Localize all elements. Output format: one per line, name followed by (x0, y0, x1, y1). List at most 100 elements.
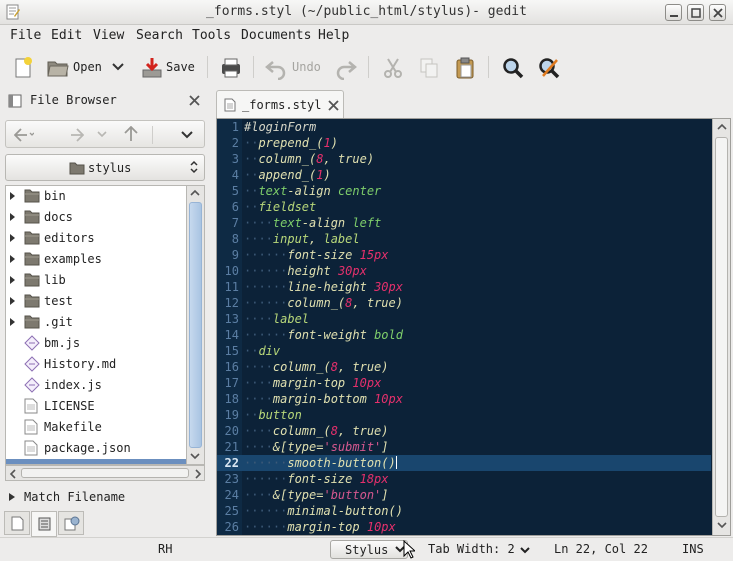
scroll-up-icon (190, 189, 200, 196)
menu-help[interactable]: Help (318, 28, 349, 43)
file-list-scrollbar[interactable] (187, 185, 205, 465)
line-number: 5 (231, 184, 239, 198)
undo-button[interactable]: Undo (262, 53, 328, 81)
menu-edit[interactable]: Edit (51, 28, 82, 43)
scrollbar-thumb[interactable] (189, 202, 202, 448)
status-left-text: RH (158, 542, 173, 556)
script-file-icon (24, 377, 40, 393)
cut-icon (384, 58, 402, 78)
location-combo[interactable]: stylus (5, 154, 205, 181)
document-tab-label: _forms.styl (242, 98, 322, 112)
code-line: ······font-size 15px (244, 248, 389, 262)
file-row[interactable]: docs (6, 207, 186, 228)
code-line: ······margin-top 10px (244, 520, 396, 534)
file-row[interactable]: History.md (6, 354, 186, 375)
line-number: 26 (224, 520, 239, 534)
file-row[interactable]: bm.js (6, 333, 186, 354)
combo-arrows-icon (190, 160, 198, 174)
copy-icon (420, 58, 438, 78)
window-title: _forms.styl (~/public_html/stylus)- gedi… (206, 4, 527, 19)
maximize-button[interactable] (687, 4, 704, 21)
expander-arrow-icon[interactable] (9, 317, 16, 327)
menu-search[interactable]: Search (136, 28, 183, 43)
chevron-down-icon[interactable] (181, 131, 193, 139)
find-button[interactable] (498, 53, 528, 81)
open-label: Open (73, 60, 102, 74)
expander-arrow-icon[interactable] (9, 191, 16, 201)
file-row[interactable]: LICENSE (6, 396, 186, 417)
chevron-down-icon[interactable] (97, 131, 107, 138)
file-row[interactable]: .git (6, 312, 186, 333)
text-file-icon (24, 419, 38, 435)
minimize-icon (670, 15, 678, 17)
tab-documents[interactable] (4, 511, 30, 535)
file-name: Makefile (44, 420, 102, 434)
file-row[interactable]: index.js (6, 375, 186, 396)
hscrollbar-thumb[interactable] (21, 468, 189, 478)
document-tab[interactable]: _forms.styl (216, 90, 344, 118)
line-number: 13 (224, 312, 239, 326)
tab-file-browser[interactable] (31, 511, 57, 537)
close-window-button[interactable] (709, 4, 726, 21)
open-button[interactable]: Open (44, 53, 126, 81)
find-replace-button[interactable] (534, 53, 564, 81)
redo-button[interactable] (332, 53, 360, 81)
save-button[interactable]: Save (138, 53, 200, 81)
code-line: ····input, label (244, 232, 360, 246)
line-number: 10 (224, 264, 239, 278)
file-row[interactable]: test (6, 291, 186, 312)
code-line: ····margin-top 10px (244, 376, 382, 390)
line-number: 9 (231, 248, 239, 262)
folder-icon (24, 210, 40, 224)
expander-arrow-icon[interactable] (9, 212, 16, 222)
line-number: 14 (224, 328, 239, 342)
cut-button[interactable] (378, 53, 408, 81)
close-tab-icon[interactable] (328, 100, 339, 111)
expander-arrow-icon[interactable] (9, 296, 16, 306)
file-row[interactable]: package.json (6, 438, 186, 459)
file-list-hscrollbar[interactable] (5, 465, 205, 481)
close-panel-icon[interactable] (189, 95, 200, 106)
line-number: 19 (224, 408, 239, 422)
cursor-position: Ln 22, Col 22 (554, 542, 648, 556)
file-row[interactable]: examples (6, 249, 186, 270)
file-name: .git (44, 315, 73, 329)
new-button[interactable] (8, 53, 38, 81)
script-file-icon (24, 335, 40, 351)
file-browser-icon (8, 94, 22, 108)
menu-documents[interactable]: Documents (241, 28, 311, 43)
language-selector[interactable]: Stylus (330, 540, 408, 559)
editor-scrollbar[interactable] (712, 119, 730, 535)
code-line: ······font-weight bold (244, 328, 403, 342)
expander-arrow-icon[interactable] (9, 254, 16, 264)
save-label: Save (166, 60, 195, 74)
expander-arrow-icon[interactable] (9, 233, 16, 243)
copy-button[interactable] (414, 53, 444, 81)
line-number: 2 (231, 136, 239, 150)
tab-width-selector[interactable]: Tab Width: 2 (428, 542, 515, 556)
back-icon[interactable] (14, 128, 34, 142)
up-icon[interactable] (124, 126, 138, 142)
insert-mode: INS (682, 542, 704, 556)
menu-view[interactable]: View (93, 28, 124, 43)
file-row[interactable]: editors (6, 228, 186, 249)
paste-button[interactable] (450, 53, 480, 81)
menu-file[interactable]: File (10, 28, 41, 43)
line-number: 4 (231, 168, 239, 182)
file-row[interactable]: lib (6, 270, 186, 291)
line-number: 7 (231, 216, 239, 230)
language-label: Stylus (345, 543, 389, 557)
expander-arrow-icon[interactable] (9, 275, 16, 285)
forward-icon[interactable] (68, 128, 84, 142)
file-row[interactable]: bin (6, 186, 186, 207)
menu-tools[interactable]: Tools (192, 28, 231, 43)
code-editor[interactable]: #loginForm ··prepend_(1) ··column_(8, true… (242, 119, 711, 535)
code-line: ····column_(8, true) (244, 360, 389, 374)
tab-snippets[interactable] (58, 511, 84, 535)
file-row[interactable]: Makefile (6, 417, 186, 438)
chevron-down-icon[interactable] (520, 547, 530, 554)
minimize-button[interactable] (665, 4, 682, 21)
editor-scrollbar-thumb[interactable] (715, 137, 728, 517)
print-button[interactable] (216, 53, 246, 81)
line-number: 24 (224, 488, 239, 502)
